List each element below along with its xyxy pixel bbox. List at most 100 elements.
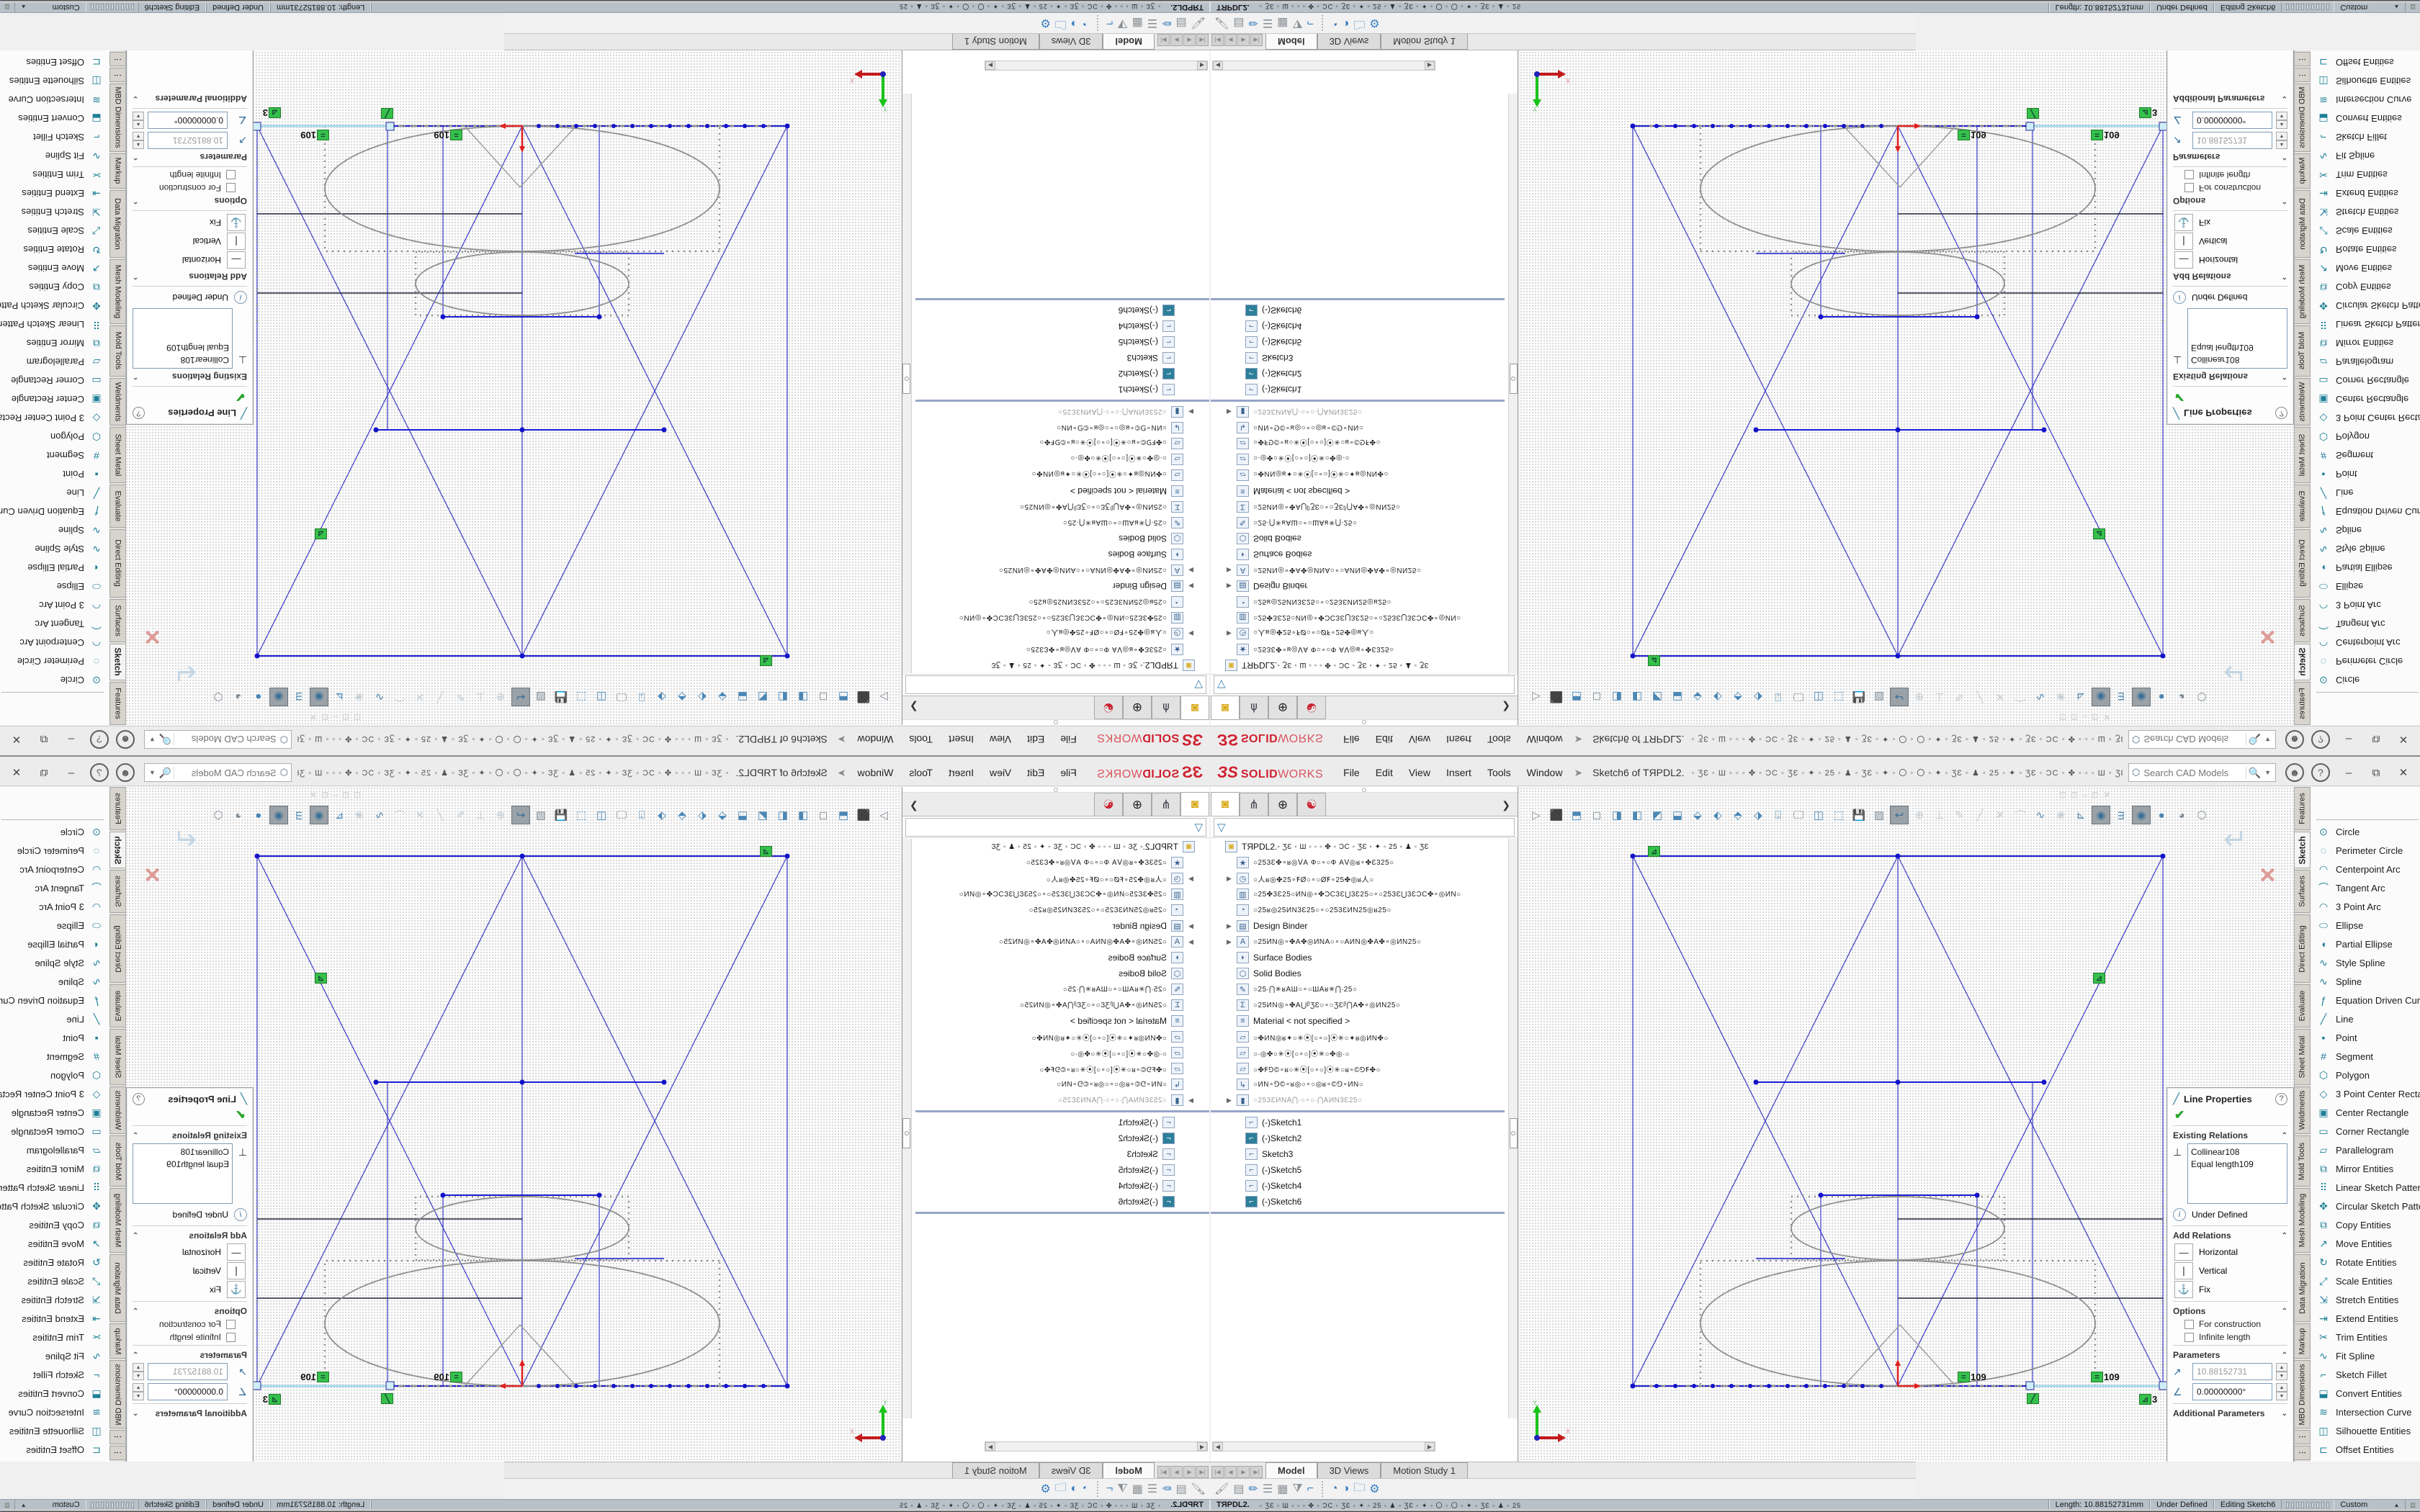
tool-3-point-arc[interactable]: ◠3 Point Arc xyxy=(2311,897,2420,916)
section-parameters[interactable]: Parameters ⌃ xyxy=(2173,1350,2287,1360)
scroll-left-arrow[interactable]: ◀ xyxy=(1213,61,1223,70)
scroll-right-arrow[interactable]: ▶ xyxy=(985,61,995,70)
tree-expand-arrow[interactable]: ▶ xyxy=(1227,938,1237,946)
checkbox[interactable] xyxy=(226,1320,236,1329)
tool-point[interactable]: ▪Point xyxy=(2311,1028,2420,1047)
tree-row[interactable]: ▥○25✤3Ɛ25○ИN◎∘✤ƆC3Ɛ⋃3Ɛ25○∘○253Ɛ⋃3ƐƆC✤∘◎И… xyxy=(1211,886,1505,902)
section-add-relations[interactable]: Add Relations ⌃ xyxy=(2173,271,2287,282)
tree-row[interactable]: ★○253Ɛ✤∘ʁ◎ⅤА Ф○∘○Ф АⅤ◎ʁ∘✤Ɛ325○ xyxy=(1211,642,1505,657)
tree-horizontal-scrollbar[interactable]: ◀ ▶ xyxy=(985,60,1208,71)
tool-trim-entities[interactable]: ✂Trim Entities xyxy=(0,166,109,184)
add-relation-fix[interactable]: ⚓Fix xyxy=(133,1281,246,1298)
tree-row[interactable]: ▱○✤Ꞙ⅁©∘ʁ○✳⦿[○∘○]⦿✳○ʁ∘©⅁Ꞙ✤○ xyxy=(915,1061,1209,1076)
menu-view[interactable]: View xyxy=(1402,731,1438,748)
tree-row[interactable]: ▱○∙◎✤○✳⦿[○∘○]⦿✳○✤◎∙○ xyxy=(915,451,1209,467)
search-icon[interactable]: 🔍 xyxy=(2246,734,2263,746)
tool-convert-entities[interactable]: ⬓Convert Entities xyxy=(0,1384,109,1403)
relation-item[interactable]: Equal length109 xyxy=(2191,1158,2284,1171)
commandmanager-tab-mbd-dimensions[interactable]: MBD Dimensions xyxy=(109,84,125,152)
commandmanager-tab-mbd-dimensions[interactable]: MBD Dimensions xyxy=(109,1360,125,1428)
spinner-control[interactable]: ▲▼ xyxy=(133,1383,144,1400)
commandmanager-tab-direct-editing[interactable]: Direct Editing xyxy=(2295,914,2311,983)
relation-button-icon[interactable]: ⚓ xyxy=(2174,1281,2193,1298)
tool-segment[interactable]: #Segment xyxy=(0,1047,109,1066)
tool-silhouette-entities[interactable]: ◫Silhouette Entities xyxy=(0,72,109,91)
rollback-bar[interactable] xyxy=(1211,298,1505,300)
commandmanager-tab--[interactable]: ⋮ xyxy=(2295,1446,2311,1460)
motionmanager-icon[interactable]: ⧩ xyxy=(1117,1482,1127,1495)
tree-row[interactable]: ⌐(-) Sketch2 xyxy=(1211,366,1505,382)
tab-nav-button[interactable]: |◀ xyxy=(1196,1466,1209,1478)
tree-row[interactable]: ▶▤Design Binder xyxy=(915,918,1209,934)
tree-row[interactable]: ⌐(-) Sketch6 xyxy=(1211,1194,1505,1210)
commandmanager-tab-evaluate[interactable]: Evaluate xyxy=(2295,485,2311,528)
section-add-relations[interactable]: Add Relations ⌃ xyxy=(2173,1230,2287,1241)
parameter-value-field[interactable]: 10.88152731 xyxy=(148,132,228,149)
tree-row[interactable]: ⌐(-) Sketch2 xyxy=(1211,1130,1505,1146)
checkbox[interactable] xyxy=(226,184,236,193)
ok-checkmark-button[interactable]: ✔ xyxy=(133,390,246,404)
option-infinite-length[interactable]: Infinite length xyxy=(133,1332,236,1342)
tool-copy-entities[interactable]: ⧉Copy Entities xyxy=(0,1215,109,1234)
tree-row[interactable]: ≡Material < not specified > xyxy=(915,483,1209,499)
doc-tab-3d-views[interactable]: 3D Views xyxy=(1039,34,1103,50)
sketch-relation-tag[interactable]: ⊿3 xyxy=(263,1394,281,1405)
tree-expand-arrow[interactable]: ▶ xyxy=(1227,567,1237,575)
relation-button-icon[interactable]: ⚓ xyxy=(227,214,246,231)
tool-line[interactable]: ╱Line xyxy=(2311,1009,2420,1028)
tool-mirror-entities[interactable]: ⧉Mirror Entities xyxy=(2311,334,2420,353)
commandmanager-tab-mesh-modeling[interactable]: Mesh Modeling xyxy=(109,259,125,323)
menu-edit[interactable]: Edit xyxy=(1020,764,1052,781)
user-account-icon[interactable]: ☻ xyxy=(116,763,135,782)
motionmanager-icon[interactable]: ▦ xyxy=(1132,1482,1143,1496)
relation-button-icon[interactable]: ❘ xyxy=(2174,233,2193,250)
tool-centerpoint-arc[interactable]: ◠Centerpoint Arc xyxy=(0,634,109,652)
tree-expand-arrow[interactable]: ▶ xyxy=(1227,1097,1237,1104)
add-relation-horizontal[interactable]: —Horizontal xyxy=(2174,1243,2287,1261)
section-additional-parameters[interactable]: Additional Parameters ⌄ xyxy=(133,94,247,104)
tree-row[interactable]: ⌐(-) Sketch4 xyxy=(1211,1178,1505,1194)
tool-extend-entities[interactable]: ⇥Extend Entities xyxy=(2311,184,2420,203)
tree-expand-arrow[interactable]: ▶ xyxy=(1227,408,1237,416)
scroll-right-arrow[interactable]: ▶ xyxy=(1425,1442,1435,1451)
help-icon[interactable]: ? xyxy=(2311,730,2330,749)
relations-listbox[interactable]: Collinear108 Equal length109 xyxy=(133,1143,233,1204)
pin-icon[interactable]: ➤ xyxy=(1574,734,1582,746)
spinner-up-icon[interactable]: ▲ xyxy=(133,1383,144,1392)
section-existing-relations[interactable]: Existing Relations ⌃ xyxy=(2173,1130,2287,1140)
tree-row[interactable]: ◙TЯPDL2. ◦ ƷƐ ◦ Ш ◦ ◦ ◦ ✤ ◦ ƆC ◦ ƷƐ ◦ ✦ … xyxy=(915,839,1209,855)
tool-equation-driven-curve[interactable]: ƒEquation Driven Curve xyxy=(0,991,109,1009)
tool-polygon[interactable]: ⬡Polygon xyxy=(2311,428,2420,446)
tree-row[interactable]: ⌐Sketch3 xyxy=(1211,350,1505,366)
tool-polygon[interactable]: ⬡Polygon xyxy=(2311,1066,2420,1084)
tool-spline[interactable]: ∿Spline xyxy=(0,972,109,991)
motionmanager-icon[interactable]: ☰ xyxy=(1263,1482,1273,1496)
tool-circular-sketch-pattern[interactable]: ✥Circular Sketch Pattern xyxy=(0,297,109,315)
ok-checkmark-button[interactable]: ✔ xyxy=(2174,1108,2287,1122)
commandmanager-tab-sketch[interactable]: Sketch xyxy=(2295,832,2311,868)
commandmanager-tab--[interactable]: ⋮ xyxy=(2295,68,2311,82)
spinner-down-icon[interactable]: ▼ xyxy=(2276,1372,2287,1380)
spinner-down-icon[interactable]: ▼ xyxy=(133,1372,144,1380)
commandmanager-tab-evaluate[interactable]: Evaluate xyxy=(109,984,125,1027)
relation-item[interactable]: Collinear108 xyxy=(2191,354,2284,366)
motionmanager-icon[interactable]: 🖌 xyxy=(1191,16,1206,30)
tool-silhouette-entities[interactable]: ◫Silhouette Entities xyxy=(0,1421,109,1440)
motionmanager-icon[interactable]: ⌐ xyxy=(1307,1482,1314,1495)
featuremanager-tab[interactable]: ◙ xyxy=(1180,696,1209,720)
search-box[interactable]: ⬡ 🔍 ▼ xyxy=(144,730,292,749)
section-add-relations[interactable]: Add Relations ⌃ xyxy=(133,271,247,282)
tool-circular-sketch-pattern[interactable]: ✥Circular Sketch Pattern xyxy=(2311,297,2420,315)
option-infinite-length[interactable]: Infinite length xyxy=(133,170,236,180)
dimxpert-tab[interactable]: ☯ xyxy=(1094,696,1123,719)
motionmanager-icon[interactable]: ⧩ xyxy=(1292,1482,1302,1495)
tab-nav-button[interactable]: ▶ xyxy=(1237,1466,1250,1478)
sketch-relation-tag[interactable]: ╱ xyxy=(2027,108,2040,119)
tool-parallelogram[interactable]: ▱Parallelogram xyxy=(0,353,109,372)
add-relation-horizontal[interactable]: —Horizontal xyxy=(133,1243,246,1261)
tool-mirror-entities[interactable]: ⧉Mirror Entities xyxy=(2311,1159,2420,1178)
help-icon[interactable]: ? xyxy=(90,763,109,782)
tree-expand-arrow[interactable]: ▶ xyxy=(1183,1097,1193,1104)
commandmanager-tab-markup[interactable]: Markup xyxy=(2295,153,2311,189)
tool-rotate-entities[interactable]: ↻Rotate Entities xyxy=(2311,1253,2420,1272)
